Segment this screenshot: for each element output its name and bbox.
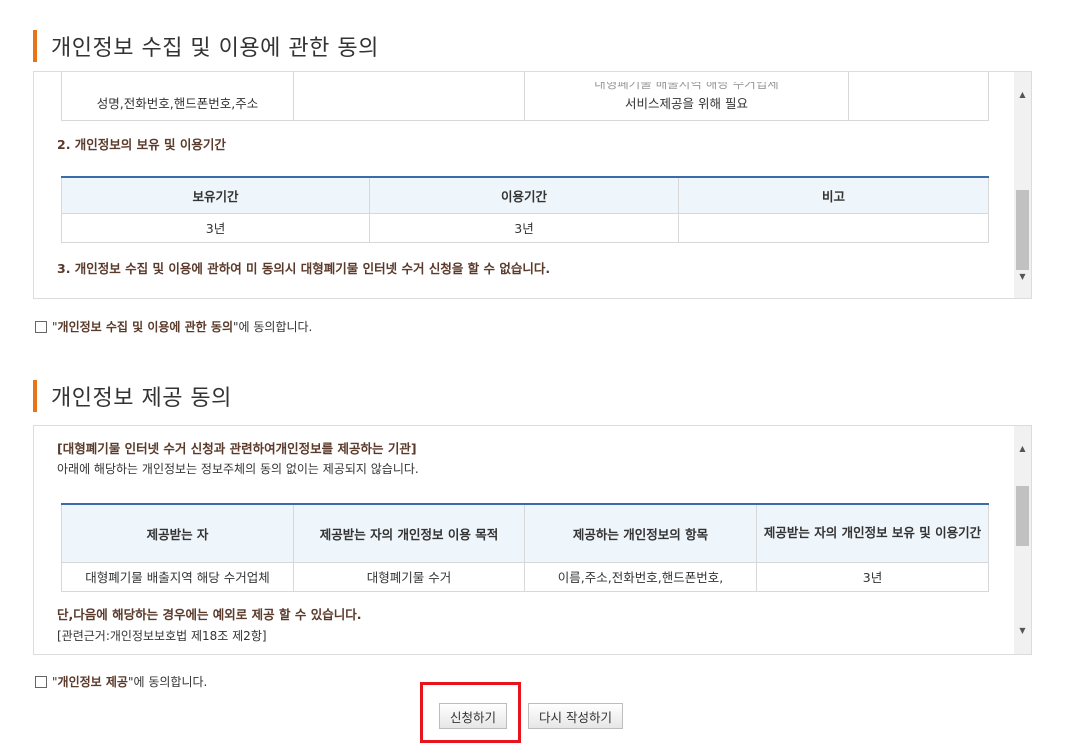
table-row: 대형폐기물 배출지역 해당 수거업체 대형폐기물 수거 이름,주소,전화번호,핸… (61, 561, 989, 592)
table-cell (848, 72, 989, 121)
reset-button[interactable]: 다시 작성하기 (528, 703, 623, 729)
table-cell: 3년 (369, 212, 679, 243)
table-cell: 대형폐기물 배출지역 해당 수거업체 (61, 561, 294, 592)
scroll-down-arrow-icon[interactable]: ▼ (1014, 268, 1031, 285)
retention-table: 보유기간 이용기간 비고 3년 3년 (61, 176, 989, 243)
collection-terms-content: 성명,전화번호,핸드폰번호,주소 대형폐기물 배출지역 해당 수거업체 서비스제… (34, 72, 1014, 298)
refusal-notice: 3. 개인정보 수집 및 이용에 관하여 미 동의시 대형폐기물 인터넷 수거 … (57, 261, 551, 276)
agree-collection-bold: 개인정보 수집 및 이용에 관한 동의 (57, 320, 233, 334)
table-cell: 대형폐기물 수거 (293, 561, 525, 592)
title-accent-bar (33, 380, 37, 412)
provision-note: 아래에 해당하는 개인정보는 정보주체의 동의 없이는 제공되지 않습니다. (57, 462, 419, 476)
table-row: 3년 3년 (61, 212, 989, 243)
agree-provision-label: "에 동의합니다. (127, 675, 208, 689)
provision-heading: [대형폐기물 인터넷 수거 신청과 관련하여개인정보를 제공하는 기관] (57, 441, 417, 456)
provision-table: 제공받는 자 제공받는 자의 개인정보 이용 목적 제공하는 개인정보의 항목 … (61, 503, 989, 592)
section-title-text: 개인정보 제공 동의 (51, 386, 232, 411)
collection-items-table: 성명,전화번호,핸드폰번호,주소 대형폐기물 배출지역 해당 수거업체 서비스제… (61, 72, 989, 121)
table-cell (678, 212, 989, 243)
column-header: 이용기간 (369, 176, 679, 214)
agree-collection-label: "에 동의합니다. (232, 320, 313, 334)
retention-heading: 2. 개인정보의 보유 및 이용기간 (57, 137, 226, 152)
agree-provision-bold: 개인정보 제공 (57, 675, 128, 689)
provision-terms-content: [대형폐기물 인터넷 수거 신청과 관련하여개인정보를 제공하는 기관] 아래에… (34, 426, 1014, 654)
table-cell: 3년 (756, 561, 989, 592)
legal-basis: [관련근거:개인정보보호법 제18조 제2항] (57, 629, 267, 643)
table-cell: 이름,주소,전화번호,핸드폰번호, (524, 561, 757, 592)
provision-terms-box[interactable]: [대형폐기물 인터넷 수거 신청과 관련하여개인정보를 제공하는 기관] 아래에… (33, 425, 1032, 655)
scroll-down-arrow-icon[interactable]: ▼ (1014, 622, 1031, 639)
table-row: 성명,전화번호,핸드폰번호,주소 대형폐기물 배출지역 해당 수거업체 서비스제… (61, 72, 989, 121)
column-header: 제공받는 자의 개인정보 이용 목적 (293, 503, 525, 563)
scroll-up-arrow-icon[interactable]: ▲ (1014, 440, 1031, 457)
cell-text: 서비스제공을 위해 필요 (625, 96, 748, 111)
scroll-up-arrow-icon[interactable]: ▲ (1014, 86, 1031, 103)
vertical-scrollbar[interactable]: ▲ ▼ (1014, 72, 1031, 298)
submit-highlight-box (420, 682, 521, 743)
scroll-thumb[interactable] (1016, 190, 1029, 270)
table-cell: 성명,전화번호,핸드폰번호,주소 (61, 72, 294, 121)
cut-off-text: 대형폐기물 배출지역 해당 수거업체 (594, 82, 779, 91)
title-accent-bar (33, 30, 37, 62)
column-header: 제공받는 자의 개인정보 보유 및 이용기간 (756, 503, 989, 563)
collection-terms-box[interactable]: 성명,전화번호,핸드폰번호,주소 대형폐기물 배출지역 해당 수거업체 서비스제… (33, 71, 1032, 299)
table-cell: 3년 (61, 212, 370, 243)
column-header: 제공하는 개인정보의 항목 (524, 503, 757, 563)
table-cell (293, 72, 525, 121)
agree-collection-checkbox[interactable] (35, 320, 47, 333)
column-header: 비고 (678, 176, 989, 214)
table-header-row: 제공받는 자 제공받는 자의 개인정보 이용 목적 제공하는 개인정보의 항목 … (61, 503, 989, 563)
column-header: 제공받는 자 (61, 503, 294, 563)
table-header-row: 보유기간 이용기간 비고 (61, 176, 989, 214)
section-title-collection: 개인정보 수집 및 이용에 관한 동의 (33, 30, 379, 62)
section-title-text: 개인정보 수집 및 이용에 관한 동의 (51, 36, 379, 61)
section-title-provision: 개인정보 제공 동의 (33, 380, 232, 412)
agree-provision-row[interactable]: " 개인정보 제공 "에 동의합니다. (35, 673, 207, 690)
vertical-scrollbar[interactable]: ▲ ▼ (1014, 426, 1031, 654)
exception-notice: 단,다음에 해당하는 경우에는 예외로 제공 할 수 있습니다. (57, 607, 362, 622)
agree-collection-row[interactable]: " 개인정보 수집 및 이용에 관한 동의 "에 동의합니다. (35, 318, 312, 335)
agree-provision-checkbox[interactable] (35, 675, 47, 688)
column-header: 보유기간 (61, 176, 370, 214)
scroll-thumb[interactable] (1016, 486, 1029, 546)
table-cell: 대형폐기물 배출지역 해당 수거업체 서비스제공을 위해 필요 (524, 72, 849, 121)
